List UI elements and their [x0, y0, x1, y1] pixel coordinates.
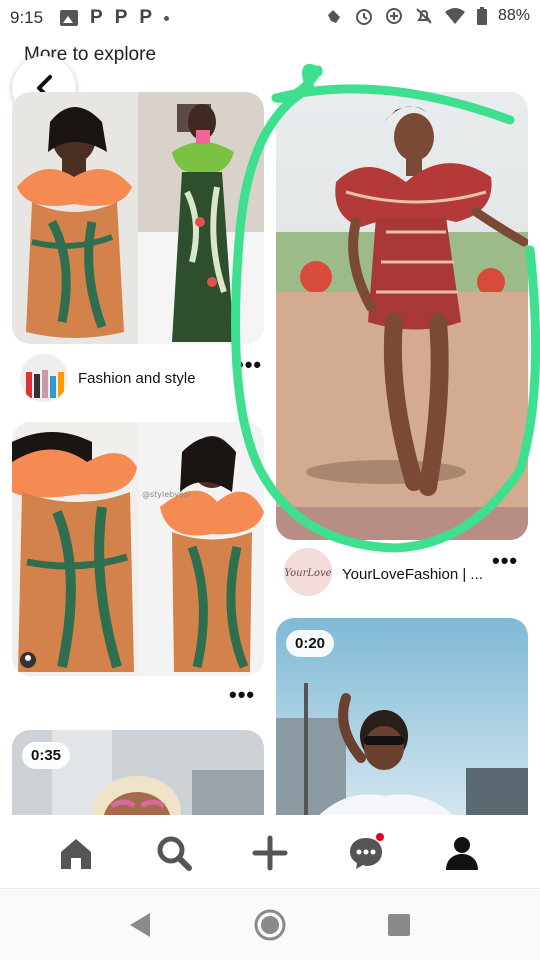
video-duration-badge: 0:35 [22, 742, 71, 769]
data-saver-icon [385, 8, 402, 24]
pin-user-label[interactable]: Fashion and style [78, 370, 196, 387]
pin-video-bottom-left[interactable]: 0:35 [12, 730, 264, 816]
watermark-text: @stylebysoi [142, 490, 190, 499]
status-system-icons: 88% [324, 6, 530, 26]
plus-icon [252, 835, 288, 871]
nav-create[interactable] [250, 833, 290, 873]
system-recents-button[interactable] [381, 907, 417, 943]
pinterest-notification-icon: P [114, 7, 128, 28]
battery-percent: 88% [497, 7, 530, 24]
nav-search[interactable] [154, 833, 194, 873]
pin-more-options-button[interactable]: ••• [236, 354, 262, 376]
system-back-button[interactable] [122, 907, 158, 943]
battery-icon [476, 7, 487, 25]
pin-video-bottom-right[interactable]: 0:20 [276, 618, 528, 816]
bottom-navigation [0, 815, 540, 889]
system-home-button[interactable] [252, 907, 288, 943]
gallery-icon [60, 10, 78, 26]
pin-more-options-button[interactable]: ••• [229, 684, 255, 706]
status-time: 9:15 [10, 8, 44, 27]
avatar-fashion-and-style[interactable] [20, 354, 68, 402]
status-notification-icons: P P P [60, 7, 170, 29]
pin-photo: @stylebysoi [12, 422, 264, 676]
system-navigation-bar [0, 890, 540, 960]
pin-image-fashion-collage[interactable] [12, 92, 264, 344]
pin-image-fashion-collage-2[interactable]: @stylebysoi [12, 422, 264, 676]
pinterest-notification-icon: P [139, 7, 153, 28]
wifi-icon [444, 8, 465, 24]
pin-more-options-button[interactable]: ••• [492, 550, 518, 572]
nav-profile[interactable] [442, 833, 482, 873]
pin-image-red-dress[interactable] [276, 92, 528, 540]
hand-icon [327, 10, 340, 23]
pin-photo [12, 92, 264, 344]
search-icon [157, 836, 192, 871]
more-notifications-dot [164, 15, 170, 21]
avatar-image [20, 354, 68, 402]
video-duration-badge: 0:20 [286, 630, 335, 657]
alarm-icon [355, 9, 372, 25]
nav-messages[interactable] [346, 833, 386, 873]
pin-photo [276, 92, 528, 540]
avatar-logo: YourLove [284, 548, 332, 596]
pinterest-notification-icon: P [90, 7, 103, 28]
user-profile-icon [20, 652, 36, 668]
notification-badge [376, 833, 384, 841]
circle-home-icon [254, 909, 286, 941]
status-bar: 9:15 P P P 88% [0, 0, 540, 36]
profile-icon [446, 837, 478, 870]
mute-notifications-icon [416, 8, 432, 24]
home-icon [61, 839, 91, 869]
triangle-back-icon [130, 913, 150, 937]
avatar-script-text: YourLove [284, 568, 331, 579]
avatar-yourlovefashion[interactable]: YourLove [284, 548, 332, 596]
pin-user-label[interactable]: YourLoveFashion | ... [342, 566, 483, 583]
square-recents-icon [388, 914, 410, 936]
nav-home[interactable] [56, 833, 96, 873]
